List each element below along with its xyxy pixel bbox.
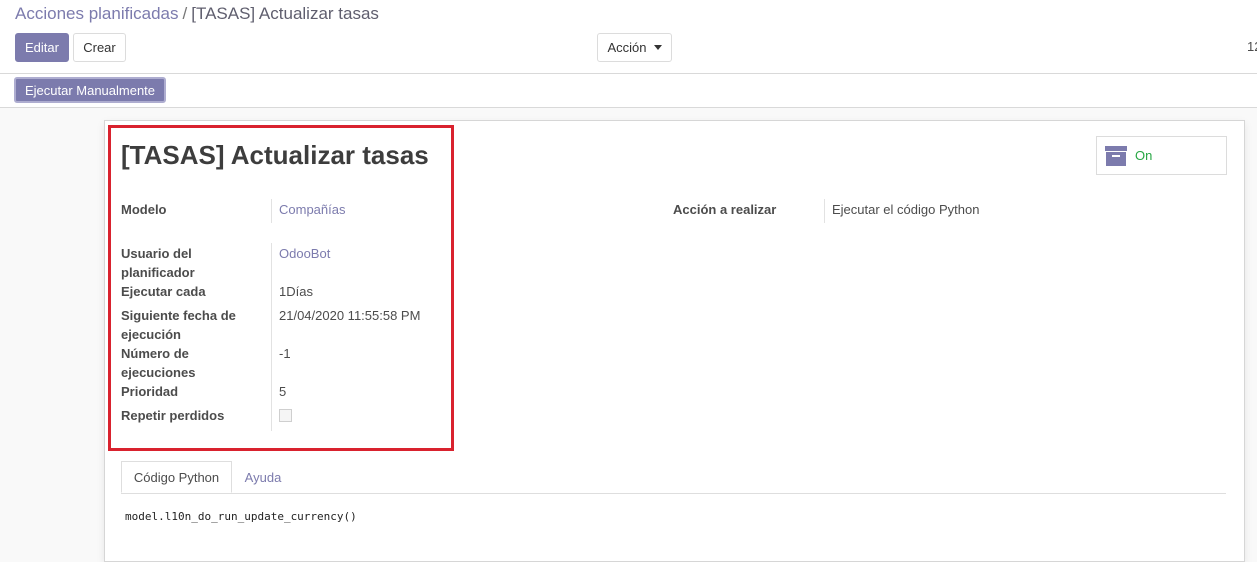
- highlight-box: [108, 125, 454, 451]
- tab-label: Ayuda: [244, 469, 282, 485]
- tab-help[interactable]: Ayuda: [232, 461, 294, 493]
- tab-python-code[interactable]: Código Python: [121, 461, 232, 493]
- action-dropdown-label: Acción: [607, 40, 647, 55]
- run-manually-label: Ejecutar Manualmente: [24, 82, 156, 98]
- breadcrumb-parent-link[interactable]: Acciones planificadas: [15, 4, 178, 23]
- caret-down-icon: [653, 45, 662, 50]
- statusbar: Ejecutar Manualmente: [0, 74, 1257, 108]
- run-manually-button[interactable]: Ejecutar Manualmente: [14, 77, 166, 103]
- field-separator: [824, 199, 825, 223]
- edit-button-label: Editar: [25, 40, 59, 55]
- action-value: Ejecutar el código Python: [832, 202, 980, 217]
- python-code-editor[interactable]: model.l10n_do_run_update_currency(): [125, 510, 357, 523]
- breadcrumb-separator: /: [182, 4, 188, 23]
- breadcrumb: Acciones planificadas / [TASAS] Actualizar…: [15, 4, 379, 24]
- action-dropdown[interactable]: Acción: [597, 33, 672, 62]
- control-panel: Acciones planificadas / [TASAS] Actualizar…: [0, 0, 1257, 74]
- edit-button[interactable]: Editar: [15, 33, 69, 62]
- archive-icon: [1105, 145, 1127, 166]
- breadcrumb-current: [TASAS] Actualizar tasas: [191, 4, 379, 23]
- create-button-label: Crear: [83, 40, 116, 55]
- notebook-tabs: Código Python Ayuda: [121, 461, 1226, 494]
- create-button[interactable]: Crear: [73, 33, 126, 62]
- active-toggle-button[interactable]: On: [1096, 136, 1227, 175]
- tab-label: Código Python: [133, 469, 220, 485]
- pager[interactable]: 12: [1247, 39, 1257, 54]
- active-toggle-label: On: [1135, 148, 1153, 163]
- action-label: Acción a realizar: [673, 202, 777, 217]
